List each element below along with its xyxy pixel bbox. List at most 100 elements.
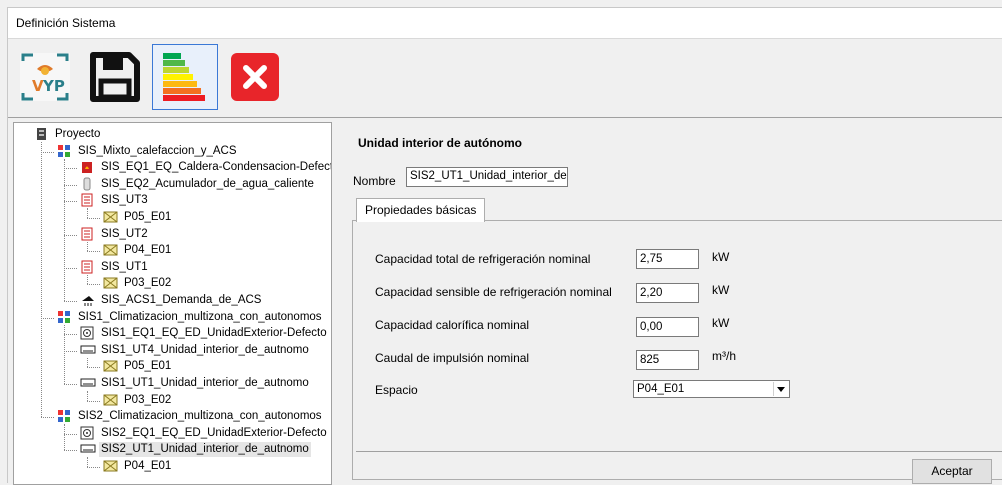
tree-connector: [87, 284, 100, 286]
space-icon: [103, 276, 119, 290]
chevron-down-icon[interactable]: [773, 382, 788, 396]
system-icon: [57, 409, 73, 423]
tree-node[interactable]: SIS2_Climatizacion_multizona_con_autonom…: [57, 409, 324, 424]
definicion-sistema-window: Definición Sistema V YP Proyecto SIS_Mix…: [7, 7, 1002, 485]
tree-node[interactable]: SIS1_UT4_Unidad_interior_de_autnomo: [80, 343, 311, 358]
tree-node[interactable]: P03_E02: [103, 393, 173, 408]
tree-node-label: SIS_ACS1_Demanda_de_ACS: [101, 294, 262, 306]
tree-node[interactable]: SIS_EQ1_EQ_Caldera-Condensacion-Defecto: [80, 160, 331, 175]
tree-connector: [64, 334, 77, 336]
project-icon: [34, 127, 50, 141]
tree-node[interactable]: SIS1_Climatizacion_multizona_con_autonom…: [57, 310, 324, 325]
tree-node[interactable]: SIS_UT3: [80, 193, 150, 208]
tree-connector: [64, 184, 77, 186]
tree-node[interactable]: Proyecto: [34, 127, 102, 142]
tree-node[interactable]: P05_E01: [103, 359, 173, 374]
tree-node-label: SIS_EQ2_Acumulador_de_agua_caliente: [101, 177, 314, 190]
tree-node[interactable]: SIS_UT1: [80, 260, 150, 275]
tree-node-label: SIS1_UT1_Unidad_interior_de_autnomo: [101, 377, 309, 389]
tree-node-label: P03_E02: [124, 277, 172, 290]
radiator-icon: [80, 227, 96, 241]
space-icon: [103, 243, 119, 257]
tree-node[interactable]: SIS2_EQ1_EQ_ED_UnidadExterior-Defecto: [80, 426, 329, 441]
system-tree[interactable]: Proyecto SIS_Mixto_calefaccion_y_ACS SIS_E…: [13, 122, 332, 485]
tree-node[interactable]: SIS1_EQ1_EQ_ED_UnidadExterior-Defecto: [80, 326, 329, 341]
capacidad-sensible-input[interactable]: 2,20: [636, 283, 699, 303]
capacidad-calorifica-input[interactable]: 0,00: [636, 317, 699, 337]
indoor-unit-icon: [80, 376, 96, 390]
radiator-icon: [80, 193, 96, 207]
tree-node-label: SIS2_EQ1_EQ_ED_UnidadExterior-Defecto: [101, 426, 327, 439]
capacidad-sensible-unit: kW: [712, 283, 730, 297]
properties-panel: Unidad interior de autónomo Nombre SIS2_…: [350, 122, 1002, 484]
space-icon: [103, 459, 119, 473]
tree-node-label: SIS1_Climatizacion_multizona_con_autonom…: [78, 310, 322, 323]
red-x-icon: [231, 53, 279, 101]
close-button[interactable]: [222, 44, 288, 110]
outdoor-unit-icon: [80, 326, 96, 340]
tree-node[interactable]: P05_E01: [103, 210, 173, 225]
capacidad-calorifica-unit: kW: [712, 316, 730, 330]
tree-node[interactable]: SIS_Mixto_calefaccion_y_ACS: [57, 144, 239, 159]
vyp-logo-button[interactable]: V YP: [12, 44, 78, 110]
tree-connector: [87, 400, 100, 402]
tree-connector: [87, 241, 88, 252]
tree-node-label: P05_E01: [124, 211, 172, 223]
tree-connector: [64, 234, 77, 236]
tree-connector: [87, 467, 100, 468]
tree-node[interactable]: SIS_UT2: [80, 227, 150, 242]
tree-node-label: P05_E01: [124, 360, 172, 373]
caudal-input[interactable]: 825: [636, 350, 699, 370]
tree-node-label: P03_E02: [124, 393, 172, 406]
tree-node-label: P04_E01: [124, 460, 172, 472]
tree-connector: [64, 158, 65, 301]
tree-node-label: SIS_Mixto_calefaccion_y_ACS: [78, 144, 237, 157]
tree-node[interactable]: SIS_EQ2_Acumulador_de_agua_caliente: [80, 177, 316, 192]
espacio-select[interactable]: P04_E01: [633, 380, 790, 398]
tab-propiedades-basicas[interactable]: Propiedades básicas: [356, 198, 486, 222]
title-bar: Definición Sistema: [8, 8, 1002, 39]
tree-node-label: SIS_UT1: [101, 260, 148, 273]
tree-connector: [87, 274, 88, 285]
tree-connector: [87, 391, 88, 401]
tree-connector: [87, 251, 100, 253]
tank-icon: [80, 177, 96, 191]
space-icon: [103, 359, 119, 373]
tree-connector: [41, 317, 54, 319]
tree-node[interactable]: P04_E01: [103, 459, 173, 474]
tree-connector: [64, 301, 77, 302]
tree-node[interactable]: SIS2_UT1_Unidad_interior_de_autnomo: [80, 442, 311, 458]
tree-connector: [64, 350, 77, 352]
shower-icon: [80, 293, 96, 307]
espacio-selected-value: P04_E01: [637, 383, 685, 395]
aceptar-button[interactable]: Aceptar: [912, 459, 992, 484]
espacio-label: Espacio: [375, 383, 418, 397]
svg-text:YP: YP: [42, 77, 65, 95]
tab-page: Capacidad total de refrigeración nominal…: [352, 220, 1002, 480]
panel-title: Unidad interior de autónomo: [358, 136, 522, 150]
save-button[interactable]: [82, 44, 148, 110]
tree-connector: [64, 168, 77, 170]
tree-node-label: SIS1_UT4_Unidad_interior_de_autnomo: [101, 343, 309, 356]
prop-label-caudal: Caudal de impulsión nominal: [375, 351, 530, 365]
tree-node[interactable]: P04_E01: [103, 243, 173, 258]
tree-connector: [64, 424, 65, 451]
capacidad-total-input[interactable]: 2,75: [636, 249, 699, 269]
prop-label-capacidad-calorifica: Capacidad calorífica nominal: [375, 318, 530, 332]
tree-connector: [87, 357, 88, 368]
tree-node-label: SIS1_EQ1_EQ_ED_UnidadExterior-Defecto: [101, 327, 327, 340]
tree-connector: [64, 450, 77, 452]
tree-connector: [64, 324, 65, 384]
tree-node[interactable]: SIS1_UT1_Unidad_interior_de_autnomo: [80, 376, 311, 391]
tree-node[interactable]: P03_E02: [103, 276, 173, 291]
boiler-icon: [80, 160, 96, 174]
indoor-unit-icon: [80, 343, 96, 357]
tree-connector: [64, 201, 77, 203]
nombre-input[interactable]: SIS2_UT1_Unidad_interior_de: [406, 167, 568, 187]
outdoor-unit-icon: [80, 426, 96, 440]
energy-rating-button[interactable]: [152, 44, 218, 110]
tree-node-label: SIS2_Climatizacion_multizona_con_autonom…: [78, 410, 322, 423]
tree-connector: [64, 384, 77, 385]
tree-node-label: SIS2_UT1_Unidad_interior_de_autnomo: [99, 442, 311, 458]
tree-node[interactable]: SIS_ACS1_Demanda_de_ACS: [80, 293, 263, 308]
